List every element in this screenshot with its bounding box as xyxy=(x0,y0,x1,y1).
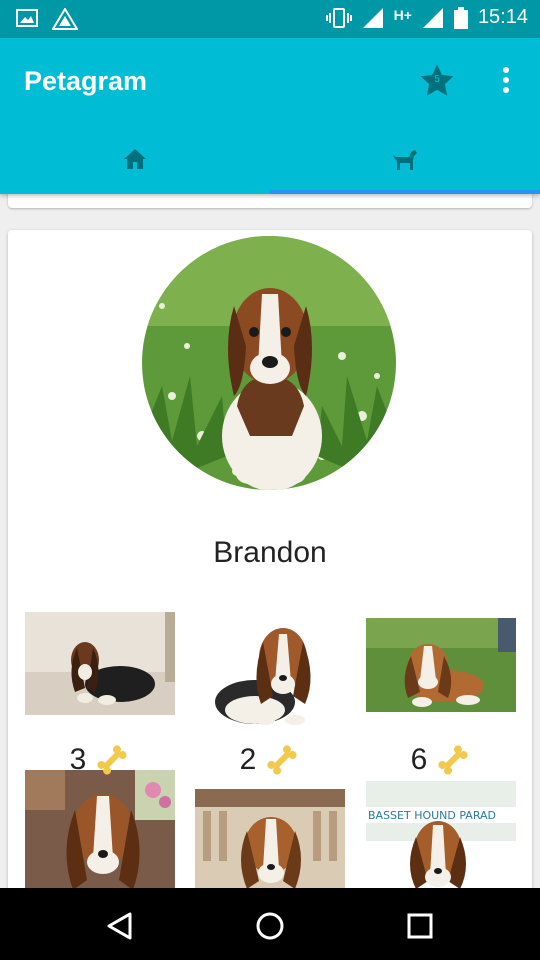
basset-puppy-photo xyxy=(25,612,175,715)
likes-count: 2 xyxy=(239,743,257,776)
home-circle-icon xyxy=(256,912,284,940)
signal-icon xyxy=(422,7,443,28)
battery-icon xyxy=(453,6,468,29)
recents-icon xyxy=(407,913,433,939)
sign-text: BASSET HOUND PARAD xyxy=(368,809,496,822)
back-icon xyxy=(107,912,132,940)
tab-bar xyxy=(0,124,540,194)
app-notification-icon xyxy=(52,8,78,30)
app-title: Petagram xyxy=(24,66,148,96)
pet-name: Brandon xyxy=(213,536,327,569)
bone-icon xyxy=(267,745,297,775)
favorites-count: 5 xyxy=(434,74,440,85)
tab-dog-profile[interactable] xyxy=(270,124,540,194)
app-bar: Petagram 5 xyxy=(0,38,540,194)
tab-selected-indicator xyxy=(270,190,540,194)
tab-home[interactable] xyxy=(0,124,270,194)
bone-icon xyxy=(97,745,127,775)
overflow-menu-button[interactable] xyxy=(494,64,518,96)
avatar[interactable] xyxy=(142,236,396,490)
basset-puppy-photo xyxy=(366,618,516,712)
overflow-menu-icon xyxy=(503,67,509,93)
profile-card: Brandon 3 2 6 BASSET HOUND PARAD xyxy=(8,230,532,930)
photo-thumbnail[interactable] xyxy=(25,612,175,715)
status-bar: H+ 15:14 xyxy=(0,0,540,38)
likes-count: 6 xyxy=(410,743,428,776)
system-nav-bar xyxy=(0,888,540,960)
photo-thumbnail[interactable]: BASSET HOUND PARAD xyxy=(366,781,516,889)
photo-thumbnail[interactable] xyxy=(366,618,516,712)
dog-icon xyxy=(393,150,417,170)
basset-puppy-photo xyxy=(25,770,175,890)
network-type-label: H+ xyxy=(393,6,412,23)
photo-thumbnail[interactable] xyxy=(195,789,345,889)
nav-back-button[interactable] xyxy=(100,906,140,946)
vibrate-icon xyxy=(325,7,352,28)
likes-count: 3 xyxy=(69,743,87,776)
photo-likes: 3 xyxy=(25,742,175,778)
photo-thumbnail[interactable] xyxy=(25,770,175,890)
beagle-puppy-photo xyxy=(142,236,396,490)
bone-icon xyxy=(438,745,468,775)
basset-puppy-photo xyxy=(195,592,345,737)
photo-likes: 6 xyxy=(366,742,516,778)
nav-home-button[interactable] xyxy=(250,906,290,946)
nav-recents-button[interactable] xyxy=(400,906,440,946)
status-clock: 15:14 xyxy=(477,6,528,28)
basset-puppy-photo: BASSET HOUND PARAD xyxy=(366,781,516,889)
basset-puppy-photo xyxy=(195,789,345,889)
favorites-button[interactable]: 5 xyxy=(418,62,456,100)
home-icon xyxy=(124,149,146,169)
photo-thumbnail[interactable] xyxy=(195,592,345,737)
photo-likes: 2 xyxy=(195,742,345,778)
gallery-icon xyxy=(16,9,38,27)
signal-icon xyxy=(362,7,383,28)
